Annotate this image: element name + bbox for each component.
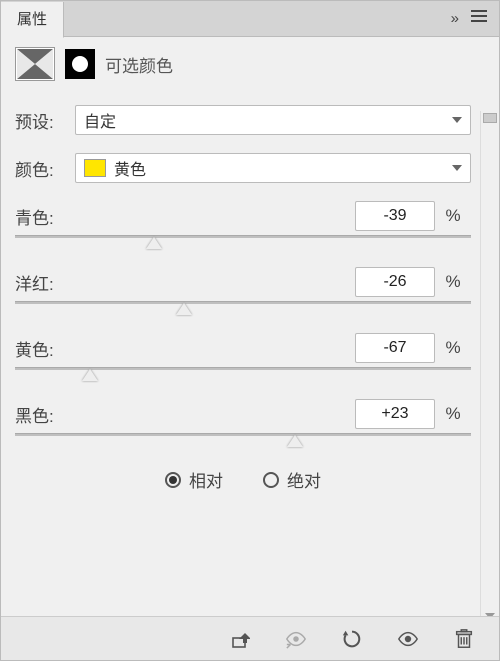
slider-label: 黑色: — [15, 402, 105, 427]
panel-menu-icon[interactable] — [471, 8, 487, 29]
preset-select[interactable]: 自定 — [75, 105, 471, 135]
clip-to-layer-button[interactable] — [225, 624, 255, 654]
method-relative-label: 相对 — [189, 467, 223, 492]
panel-header: 属性 » — [1, 1, 499, 37]
radio-dot — [169, 476, 177, 484]
properties-tab[interactable]: 属性 — [1, 2, 64, 38]
slider-thumb-icon[interactable] — [82, 369, 98, 381]
preset-label: 预设: — [15, 108, 75, 133]
chevron-down-icon — [452, 165, 462, 171]
slider-value-input[interactable] — [355, 201, 435, 231]
delete-button[interactable] — [449, 624, 479, 654]
slider-unit: % — [435, 338, 471, 358]
slider-unit: % — [435, 272, 471, 292]
view-previous-button[interactable] — [281, 624, 311, 654]
slider-group: 黑色:% — [15, 399, 471, 453]
slider-track[interactable] — [15, 235, 471, 255]
reset-button[interactable] — [337, 624, 367, 654]
slider-value-input[interactable] — [355, 267, 435, 297]
slider-value-input[interactable] — [355, 399, 435, 429]
panel-title: 可选颜色 — [105, 52, 173, 77]
slider-track[interactable] — [15, 433, 471, 453]
slider-label: 洋红: — [15, 270, 105, 295]
content-area: 预设: 自定 颜色: 黄色 青色:%洋红:%黄色:%黑色:% 相对 绝对 — [1, 91, 499, 492]
slider-value-input[interactable] — [355, 333, 435, 363]
slider-track[interactable] — [15, 301, 471, 321]
slider-label: 青色: — [15, 204, 105, 229]
color-select[interactable]: 黄色 — [75, 153, 471, 183]
slider-group: 洋红:% — [15, 267, 471, 321]
slider-track[interactable] — [15, 367, 471, 387]
scrollbar-thumb[interactable] — [483, 113, 497, 123]
method-relative-radio[interactable]: 相对 — [165, 467, 223, 492]
preset-row: 预设: 自定 — [15, 105, 471, 135]
footer-toolbar — [1, 616, 499, 660]
scrollbar[interactable] — [480, 111, 498, 621]
method-row: 相对 绝对 — [15, 467, 471, 492]
selective-color-icon — [15, 47, 55, 81]
adjustment-header: 可选颜色 — [1, 37, 499, 91]
preset-value: 自定 — [84, 108, 116, 132]
color-value: 黄色 — [114, 156, 146, 180]
toggle-visibility-button[interactable] — [393, 624, 423, 654]
slider-thumb-icon[interactable] — [146, 237, 162, 249]
collapse-icon[interactable]: » — [451, 10, 459, 27]
properties-panel: 属性 » 可选颜色 预设: 自定 — [0, 0, 500, 661]
slider-unit: % — [435, 404, 471, 424]
slider-thumb-icon[interactable] — [176, 303, 192, 315]
slider-thumb-icon[interactable] — [287, 435, 303, 447]
method-absolute-radio[interactable]: 绝对 — [263, 467, 321, 492]
color-row: 颜色: 黄色 — [15, 153, 471, 183]
color-swatch — [84, 159, 106, 177]
color-label: 颜色: — [15, 156, 75, 181]
layer-mask-icon[interactable] — [65, 49, 95, 79]
slider-label: 黄色: — [15, 336, 105, 361]
slider-group: 黄色:% — [15, 333, 471, 387]
method-absolute-label: 绝对 — [287, 467, 321, 492]
slider-group: 青色:% — [15, 201, 471, 255]
chevron-down-icon — [452, 117, 462, 123]
slider-unit: % — [435, 206, 471, 226]
